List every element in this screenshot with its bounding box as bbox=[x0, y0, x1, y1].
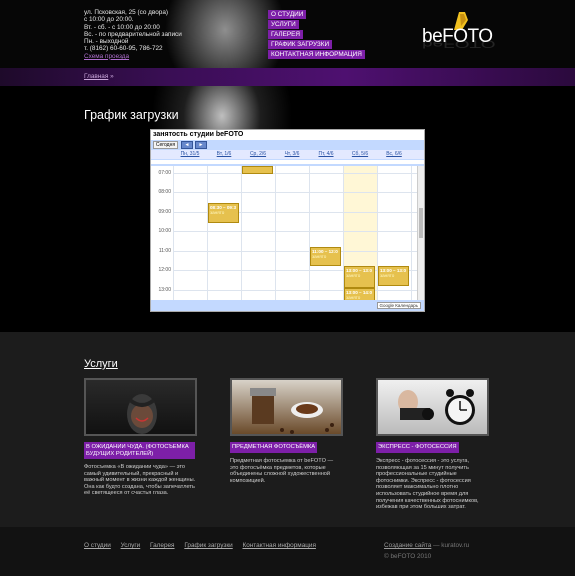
day-header[interactable]: Чт, 3/6 bbox=[275, 151, 309, 157]
nav-item-services[interactable]: УСЛУГИ bbox=[268, 20, 299, 29]
copyright: © beFOTO 2010 bbox=[384, 553, 432, 560]
calendar-event[interactable]: 11:00 – 12:0 занято bbox=[310, 246, 341, 267]
calendar-footer: Google Календарь bbox=[151, 300, 424, 311]
time-label: 08:00 bbox=[158, 189, 171, 196]
calendar-event[interactable]: 08:30 – 09:3 занято bbox=[208, 203, 239, 223]
time-label: 13:00 bbox=[158, 286, 171, 293]
grid-vline bbox=[207, 166, 208, 300]
logo-reflection-prefix: be bbox=[422, 37, 444, 50]
address-line: Вт. - сб. - с 10:00 до 20:00 bbox=[84, 23, 160, 31]
credit-rest: — kuratov.ru bbox=[431, 542, 470, 549]
grid-vline bbox=[309, 166, 310, 300]
coffee-grinder-photo-icon bbox=[250, 388, 334, 434]
nav-item-schedule[interactable]: ГРАФИК ЗАГРУЗКИ bbox=[268, 40, 333, 49]
calendar-title: занятость студии beFOTO bbox=[153, 131, 244, 138]
page-title: График загрузки bbox=[84, 108, 179, 122]
service-image-product[interactable] bbox=[230, 378, 343, 436]
event-label: занято bbox=[380, 273, 395, 279]
breadcrumb-home[interactable]: Главная bbox=[84, 73, 108, 80]
next-week-button[interactable]: ► bbox=[195, 141, 207, 149]
service-image-express[interactable] bbox=[376, 378, 489, 436]
time-label: 12:00 bbox=[158, 267, 171, 274]
day-header[interactable]: Пн, 31/5 bbox=[173, 151, 207, 157]
service-label-express[interactable]: ЭКСПРЕСС - ФОТОСЕССИЯ bbox=[376, 442, 459, 453]
logo-reflection-suffix: FOTO bbox=[443, 37, 496, 50]
day-header[interactable]: Ср, 2/6 bbox=[241, 151, 275, 157]
service-desc-pregnancy: Фотосъемка «В ожидании чуда» — это самый… bbox=[84, 464, 196, 497]
calendar-event[interactable]: 13:00 – 14:0 занято bbox=[344, 287, 375, 300]
event-label: занято bbox=[210, 210, 225, 216]
contact-info: ул. Псковская, 25 (со двора) с 10:00 до … bbox=[84, 9, 234, 60]
calendar-event[interactable] bbox=[242, 166, 273, 174]
service-desc-express: Экспресс - фотосессия - это услуга, позв… bbox=[376, 458, 479, 511]
address-line: ул. Псковская, 25 (со двора) bbox=[84, 9, 169, 16]
time-label: 10:00 bbox=[158, 228, 171, 235]
calendar-widget[interactable]: занятость студии beFOTO Сегодня ◄ ► Пн, … bbox=[150, 129, 425, 312]
grid-hline bbox=[173, 250, 417, 252]
calendar-grid[interactable]: 07:00 08:00 09:00 10:00 11:00 12:00 13:00 08:30… bbox=[151, 166, 417, 300]
top-nav: О СТУДИИ УСЛУГИ ГАЛЕРЕЯ ГРАФИК ЗАГРУЗКИ … bbox=[268, 10, 365, 60]
address-line: с 10:00 до 20:00. bbox=[84, 16, 134, 24]
calendar-toolbar: Сегодня ◄ ► bbox=[151, 140, 424, 150]
footer-link-schedule[interactable]: График загрузки bbox=[184, 542, 232, 549]
address-line: Пн. - выходной bbox=[84, 38, 129, 46]
logo-reflection: beFOTO bbox=[422, 37, 496, 50]
services-title[interactable]: Услуги bbox=[84, 358, 118, 370]
grid-hline bbox=[173, 289, 417, 291]
time-label: 07:00 bbox=[158, 169, 171, 176]
google-calendar-badge[interactable]: Google Календарь bbox=[376, 302, 421, 309]
scrollbar-thumb[interactable] bbox=[419, 208, 423, 238]
footer-link-services[interactable]: Услуги bbox=[121, 542, 141, 549]
calendar-scrollbar[interactable] bbox=[417, 166, 424, 300]
footer-link-contacts[interactable]: Контактная информация bbox=[243, 542, 316, 549]
breadcrumb-separator: » bbox=[110, 73, 114, 80]
day-header[interactable]: Пт, 4/6 bbox=[309, 151, 343, 157]
time-label: 11:00 bbox=[158, 247, 171, 254]
day-header-row: Пн, 31/5 Вт, 1/6 Ср, 2/6 Чт, 3/6 Пт, 4/6 Сб, … bbox=[151, 150, 424, 160]
grid-hline bbox=[173, 172, 417, 174]
footer-nav: О студии Услуги Галерея График загрузки … bbox=[84, 542, 324, 549]
day-header[interactable]: Вс, 6/6 bbox=[377, 151, 411, 157]
credit-link[interactable]: Создание сайта bbox=[384, 542, 431, 549]
alarm-clock-photo-icon bbox=[398, 389, 475, 425]
grid-hline bbox=[173, 192, 417, 194]
event-label: занято bbox=[346, 273, 361, 279]
calendar-event[interactable]: 13:00 – 13:0 занято bbox=[378, 266, 409, 286]
footer-link-gallery[interactable]: Галерея bbox=[150, 542, 175, 549]
site-logo[interactable]: beFOTO beFOTO bbox=[422, 10, 512, 65]
footer-credit: Создание сайта — kuratov.ru © beFOTO 201… bbox=[384, 540, 469, 562]
event-label: занято bbox=[312, 253, 327, 259]
pregnant-woman-photo-icon bbox=[127, 394, 157, 434]
address-line: т. (8162) 60-60-95, 786-722 bbox=[84, 45, 163, 53]
today-button[interactable]: Сегодня bbox=[153, 141, 178, 149]
map-link[interactable]: Схема проезда bbox=[84, 53, 234, 60]
nav-item-contacts[interactable]: КОНТАКТНАЯ ИНФОРМАЦИЯ bbox=[268, 50, 365, 59]
time-label: 09:00 bbox=[158, 208, 171, 215]
grid-hline bbox=[173, 231, 417, 233]
nav-item-about[interactable]: О СТУДИИ bbox=[268, 10, 307, 19]
prev-week-button[interactable]: ◄ bbox=[181, 141, 193, 149]
nav-item-gallery[interactable]: ГАЛЕРЕЯ bbox=[268, 30, 304, 39]
service-image-pregnancy[interactable] bbox=[84, 378, 197, 436]
grid-vline bbox=[411, 166, 412, 300]
day-header[interactable]: Сб, 5/6 bbox=[343, 151, 377, 157]
service-desc-product: Предметная фотосъемка от beFOTO — это фо… bbox=[230, 458, 334, 484]
grid-vline bbox=[173, 166, 174, 300]
grid-vline bbox=[275, 166, 276, 300]
footer-link-about[interactable]: О студии bbox=[84, 542, 111, 549]
site-footer bbox=[0, 527, 575, 576]
breadcrumb: Главная » bbox=[84, 73, 114, 80]
grid-vline bbox=[241, 166, 242, 300]
service-label-pregnancy[interactable]: В ОЖИДАНИИ ЧУДА. (ФОТОСЪЕМКА БУДУЩИХ РОД… bbox=[84, 442, 195, 459]
day-header[interactable]: Вт, 1/6 bbox=[207, 151, 241, 157]
service-label-product[interactable]: ПРЕДМЕТНАЯ ФОТОСЪЁМКА bbox=[230, 442, 318, 453]
calendar-event[interactable]: 13:00 – 13:0 занято bbox=[344, 266, 375, 288]
